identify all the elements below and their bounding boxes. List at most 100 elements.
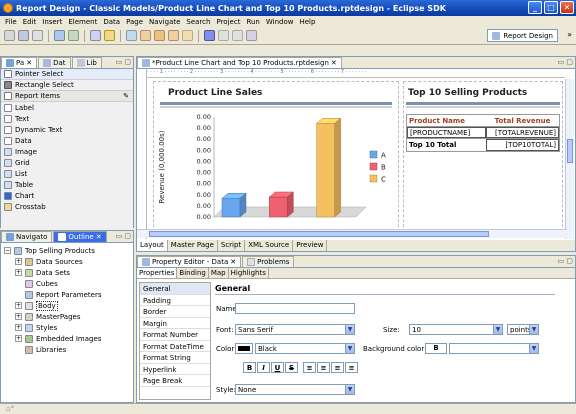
pin-icon[interactable]: ✎: [123, 92, 129, 100]
category-margin[interactable]: Margin: [140, 318, 210, 329]
category-page-break[interactable]: Page Break: [140, 375, 210, 387]
select-tool-icon[interactable]: [182, 30, 193, 41]
editor-horizontal-scrollbar[interactable]: [137, 229, 567, 238]
palette-item-data[interactable]: Data: [1, 135, 133, 146]
palette-item-image[interactable]: Image: [1, 146, 133, 157]
outline-item-data-sources[interactable]: + Data Sources: [1, 256, 133, 267]
pencil-icon[interactable]: [140, 30, 151, 41]
align-center-icon[interactable]: ≡: [317, 362, 330, 373]
outline-root[interactable]: − Top Selling Products: [1, 245, 133, 256]
expand-icon[interactable]: [15, 280, 22, 287]
tab-library[interactable]: Lib: [71, 57, 102, 68]
expand-icon[interactable]: +: [15, 335, 22, 342]
search-icon[interactable]: [90, 30, 101, 41]
forward-icon[interactable]: [232, 30, 243, 41]
outline-item-report-parameters[interactable]: Report Parameters: [1, 289, 133, 300]
publish-icon[interactable]: [54, 30, 65, 41]
new-icon[interactable]: [4, 30, 15, 41]
menu-window[interactable]: Window: [263, 18, 297, 26]
tab-master-page[interactable]: Master Page: [168, 240, 218, 251]
color-select[interactable]: Black ▼: [255, 343, 355, 354]
more-chevron-icon[interactable]: »: [567, 30, 572, 39]
bold-button[interactable]: B: [243, 362, 256, 373]
tab-property-editor[interactable]: Property Editor - Data ✕: [137, 256, 242, 267]
scroll-thumb[interactable]: [149, 231, 489, 237]
product-line-chart[interactable]: Revenue (0,000.00s) 0.00 0.00 0.00 0.00 0.00 0…: [156, 109, 396, 237]
palette-item-chart[interactable]: Chart: [1, 190, 133, 201]
palette-item-grid[interactable]: Grid: [1, 157, 133, 168]
tab-report-editor[interactable]: *Product Line Chart and Top 10 Products.…: [137, 57, 342, 68]
menu-element[interactable]: Element: [65, 18, 100, 26]
top10total-field[interactable]: [TOP10TOTAL]: [485, 139, 559, 151]
perspective-switcher[interactable]: Report Design: [487, 29, 558, 42]
outline-item-body[interactable]: + Body: [1, 300, 133, 311]
layout-icon[interactable]: [126, 30, 137, 41]
maximize-button[interactable]: □: [544, 1, 558, 14]
tab-problems[interactable]: Problems: [242, 256, 295, 267]
expand-icon[interactable]: [15, 346, 22, 353]
outline-item-styles[interactable]: + Styles: [1, 322, 133, 333]
preview-icon[interactable]: [68, 30, 79, 41]
chart-tool-icon[interactable]: [154, 30, 165, 41]
print-icon[interactable]: [32, 30, 43, 41]
edit-tool-icon[interactable]: [168, 30, 179, 41]
close-button[interactable]: ✕: [560, 1, 574, 14]
subtab-binding[interactable]: Binding: [177, 268, 209, 278]
save-icon[interactable]: [18, 30, 29, 41]
collapse-icon[interactable]: −: [4, 247, 11, 254]
run-icon[interactable]: [204, 30, 215, 41]
subtab-highlights[interactable]: Highlights: [229, 268, 269, 278]
top10-table[interactable]: Product Name Total Revenue [PRODUCTNAME]…: [406, 114, 560, 152]
productname-field[interactable]: [PRODUCTNAME]: [407, 127, 486, 138]
expand-icon[interactable]: +: [15, 269, 22, 276]
expand-icon[interactable]: +: [15, 324, 22, 331]
pointer-select-tool[interactable]: Pointer Select: [1, 69, 133, 80]
outline-item-embedded-images[interactable]: + Embedded Images: [1, 333, 133, 344]
rectangle-select-tool[interactable]: Rectangle Select: [1, 80, 133, 91]
scroll-thumb[interactable]: [567, 139, 573, 163]
report-items-section[interactable]: Report Items ✎: [1, 91, 133, 102]
subtab-map[interactable]: Map: [209, 268, 229, 278]
font-select[interactable]: Sans Serif ▼: [235, 324, 355, 335]
italic-button[interactable]: I: [257, 362, 270, 373]
menu-navigate[interactable]: Navigate: [146, 18, 183, 26]
align-justify-icon[interactable]: ≡: [345, 362, 358, 373]
strikethrough-button[interactable]: S: [285, 362, 298, 373]
menu-project[interactable]: Project: [213, 18, 243, 26]
menu-file[interactable]: File: [2, 18, 20, 26]
tab-layout[interactable]: Layout: [137, 240, 168, 251]
background-color-button[interactable]: B: [425, 343, 447, 354]
palette-item-text[interactable]: Text: [1, 113, 133, 124]
category-border[interactable]: Border: [140, 306, 210, 318]
size-unit-select[interactable]: points ▼: [507, 324, 539, 335]
expand-icon[interactable]: +: [15, 302, 22, 309]
expand-icon[interactable]: [15, 291, 22, 298]
view-controls[interactable]: ▭ ▢: [558, 257, 573, 265]
view-controls[interactable]: ▭ ▢: [558, 58, 573, 66]
style-select[interactable]: None ▼: [235, 384, 355, 395]
category-hyperlink[interactable]: Hyperlink: [140, 364, 210, 375]
subtab-properties[interactable]: Properties: [137, 268, 178, 278]
tab-navigator[interactable]: Navigato: [1, 231, 53, 242]
menu-page[interactable]: Page: [123, 18, 146, 26]
tab-palette[interactable]: Pa ✕: [1, 57, 38, 68]
menu-run[interactable]: Run: [243, 18, 262, 26]
outline-item-cubes[interactable]: Cubes: [1, 278, 133, 289]
menu-help[interactable]: Help: [296, 18, 318, 26]
menu-edit[interactable]: Edit: [20, 18, 40, 26]
view-controls[interactable]: ▭ ▢: [116, 232, 131, 240]
expand-icon[interactable]: +: [15, 258, 22, 265]
align-left-icon[interactable]: ≡: [303, 362, 316, 373]
editor-vertical-scrollbar[interactable]: [565, 79, 574, 239]
size-select[interactable]: 10 ▼: [409, 324, 503, 335]
tab-data-explorer[interactable]: Dat: [38, 57, 71, 68]
category-format-datetime[interactable]: Format DateTime: [140, 341, 210, 352]
palette-item-dynamic-text[interactable]: Dynamic Text: [1, 124, 133, 135]
name-field[interactable]: [235, 303, 355, 314]
history-icon[interactable]: [246, 30, 257, 41]
menu-data[interactable]: Data: [100, 18, 123, 26]
open-folder-icon[interactable]: [104, 30, 115, 41]
color-swatch-button[interactable]: [235, 343, 253, 354]
outline-item-data-sets[interactable]: + Data Sets: [1, 267, 133, 278]
tab-xml-source[interactable]: XML Source: [245, 240, 294, 251]
